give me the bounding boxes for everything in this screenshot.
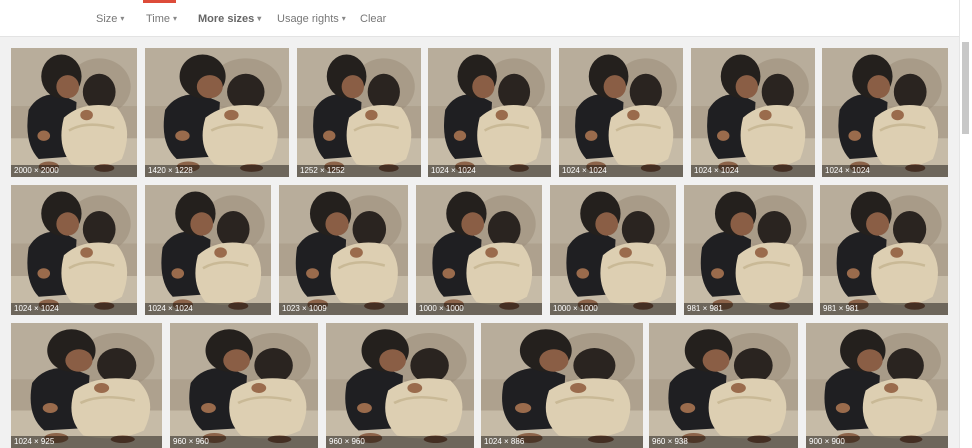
- photo-thumbnail-image: [820, 185, 948, 315]
- image-dimensions-label: 960 × 960: [326, 436, 474, 448]
- active-tab-indicator: [143, 0, 176, 3]
- image-result-thumbnail[interactable]: 1000 × 1000: [416, 185, 542, 315]
- photo-thumbnail-image: [11, 185, 137, 315]
- photo-thumbnail-image: [481, 323, 643, 448]
- image-dimensions-label: 1024 × 1024: [11, 303, 137, 315]
- image-dimensions-label: 1024 × 1024: [428, 165, 551, 177]
- image-dimensions-label: 1000 × 1000: [416, 303, 542, 315]
- image-result-thumbnail[interactable]: 1023 × 1009: [279, 185, 408, 315]
- vertical-scrollbar[interactable]: [959, 0, 972, 448]
- image-result-thumbnail[interactable]: 981 × 981: [820, 185, 948, 315]
- image-dimensions-label: 960 × 960: [170, 436, 318, 448]
- image-dimensions-label: 1024 × 1024: [691, 165, 815, 177]
- photo-thumbnail-image: [416, 185, 542, 315]
- photo-thumbnail-image: [550, 185, 676, 315]
- image-dimensions-label: 1024 × 925: [11, 436, 162, 448]
- photo-thumbnail-image: [822, 48, 948, 177]
- clear-label: Clear: [360, 13, 387, 25]
- size-filter-label: Size: [96, 13, 118, 25]
- image-dimensions-label: 1023 × 1009: [279, 303, 408, 315]
- image-result-thumbnail[interactable]: 1024 × 925: [11, 323, 162, 448]
- more-sizes-label: More sizes: [198, 13, 255, 25]
- photo-thumbnail-image: [806, 323, 948, 448]
- caret-down-icon: ▾: [341, 14, 346, 23]
- photo-thumbnail-image: [684, 185, 813, 315]
- image-dimensions-label: 1024 × 1024: [145, 303, 271, 315]
- size-filter[interactable]: Size ▾: [96, 13, 124, 25]
- image-dimensions-label: 1024 × 886: [481, 436, 643, 448]
- photo-thumbnail-image: [279, 185, 408, 315]
- image-result-thumbnail[interactable]: 1000 × 1000: [550, 185, 676, 315]
- image-result-thumbnail[interactable]: 900 × 900: [806, 323, 948, 448]
- time-filter-label: Time: [146, 13, 171, 25]
- image-result-thumbnail[interactable]: 960 × 960: [170, 323, 318, 448]
- photo-thumbnail-image: [11, 48, 137, 177]
- photo-thumbnail-image: [297, 48, 421, 177]
- usage-rights-label: Usage rights: [277, 13, 339, 25]
- image-result-thumbnail[interactable]: 1024 × 1024: [559, 48, 683, 177]
- photo-thumbnail-image: [428, 48, 551, 177]
- image-dimensions-label: 2000 × 2000: [11, 165, 137, 177]
- image-dimensions-label: 1000 × 1000: [550, 303, 676, 315]
- photo-thumbnail-image: [691, 48, 815, 177]
- image-result-thumbnail[interactable]: 1024 × 1024: [428, 48, 551, 177]
- photo-thumbnail-image: [145, 48, 289, 177]
- image-dimensions-label: 1252 × 1252: [297, 165, 421, 177]
- image-result-thumbnail[interactable]: 1024 × 1024: [691, 48, 815, 177]
- photo-thumbnail-image: [559, 48, 683, 177]
- clear-filters-link[interactable]: Clear: [360, 13, 386, 25]
- image-dimensions-label: 1024 × 1024: [822, 165, 948, 177]
- photo-thumbnail-image: [145, 185, 271, 315]
- scrollbar-thumb[interactable]: [962, 42, 969, 134]
- image-result-thumbnail[interactable]: 1024 × 1024: [822, 48, 948, 177]
- image-dimensions-label: 900 × 900: [806, 436, 948, 448]
- image-result-thumbnail[interactable]: 960 × 938: [649, 323, 798, 448]
- image-result-thumbnail[interactable]: 1252 × 1252: [297, 48, 421, 177]
- image-dimensions-label: 981 × 981: [684, 303, 813, 315]
- photo-thumbnail-image: [326, 323, 474, 448]
- usage-rights-filter[interactable]: Usage rights ▾: [277, 13, 346, 25]
- more-sizes-filter[interactable]: More sizes ▾: [198, 13, 261, 25]
- image-result-thumbnail[interactable]: 1024 × 1024: [145, 185, 271, 315]
- image-result-thumbnail[interactable]: 1420 × 1228: [145, 48, 289, 177]
- search-tools-bar: Size ▾ Time ▾ More sizes ▾ Usage rights ▾ Cl…: [0, 0, 960, 37]
- caret-down-icon: ▾: [173, 14, 178, 23]
- photo-thumbnail-image: [11, 323, 162, 448]
- image-dimensions-label: 981 × 981: [820, 303, 948, 315]
- image-result-thumbnail[interactable]: 2000 × 2000: [11, 48, 137, 177]
- caret-down-icon: ▾: [257, 14, 262, 23]
- photo-thumbnail-image: [170, 323, 318, 448]
- image-result-thumbnail[interactable]: 960 × 960: [326, 323, 474, 448]
- image-dimensions-label: 1024 × 1024: [559, 165, 683, 177]
- caret-down-icon: ▾: [120, 14, 125, 23]
- time-filter[interactable]: Time ▾: [146, 13, 177, 25]
- image-dimensions-label: 1420 × 1228: [145, 165, 289, 177]
- image-result-thumbnail[interactable]: 1024 × 1024: [11, 185, 137, 315]
- image-dimensions-label: 960 × 938: [649, 436, 798, 448]
- image-result-thumbnail[interactable]: 981 × 981: [684, 185, 813, 315]
- image-result-thumbnail[interactable]: 1024 × 886: [481, 323, 643, 448]
- photo-thumbnail-image: [649, 323, 798, 448]
